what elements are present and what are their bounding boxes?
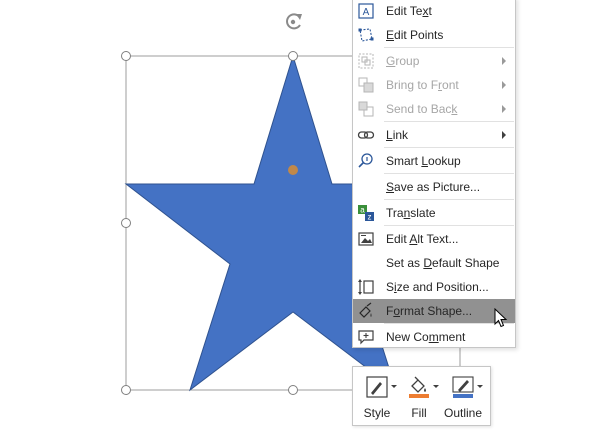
outline-button[interactable]: Outline bbox=[442, 371, 484, 423]
menu-item-size-and-position[interactable]: Size and Position... bbox=[353, 275, 515, 299]
menu-separator bbox=[384, 199, 514, 200]
paint-bucket-icon bbox=[409, 376, 429, 398]
menu-separator bbox=[384, 121, 514, 122]
adjustment-handle[interactable] bbox=[288, 165, 298, 175]
menu-item-bring-to-front[interactable]: Bring to Front bbox=[353, 73, 515, 97]
resize-handle-bottom[interactable] bbox=[288, 385, 298, 395]
menu-item-edit-points[interactable]: Edit Points bbox=[353, 23, 515, 47]
mini-toolbar: Style Fill Outline bbox=[352, 366, 491, 426]
menu-item-format-shape[interactable]: Format Shape... bbox=[353, 299, 515, 323]
smart-lookup-icon bbox=[358, 153, 373, 168]
menu-item-link[interactable]: Link bbox=[353, 123, 515, 147]
new-comment-icon bbox=[358, 330, 374, 345]
size-position-icon bbox=[358, 279, 374, 295]
submenu-arrow-icon bbox=[502, 105, 506, 113]
edit-points-icon bbox=[358, 28, 374, 42]
menu-item-send-to-back[interactable]: Send to Back bbox=[353, 97, 515, 121]
format-shape-icon bbox=[359, 302, 372, 318]
svg-text:z: z bbox=[368, 213, 372, 222]
rotation-handle-icon[interactable] bbox=[286, 13, 302, 30]
pen-outline-icon bbox=[452, 376, 474, 398]
svg-text:A: A bbox=[363, 7, 370, 18]
mouse-cursor-icon bbox=[494, 308, 508, 328]
chevron-down-icon bbox=[391, 385, 397, 388]
menu-separator bbox=[384, 47, 514, 48]
menu-item-set-as-default-shape[interactable]: Set as Default Shape bbox=[353, 251, 515, 275]
fill-button[interactable]: Fill bbox=[398, 371, 440, 423]
svg-text:a: a bbox=[360, 206, 365, 215]
edit-text-icon: A bbox=[358, 3, 374, 19]
menu-separator bbox=[384, 173, 514, 174]
style-button[interactable]: Style bbox=[356, 371, 398, 423]
menu-separator bbox=[384, 147, 514, 148]
submenu-arrow-icon bbox=[502, 131, 506, 139]
menu-item-edit-alt-text[interactable]: Edit Alt Text... bbox=[353, 227, 515, 251]
menu-separator bbox=[384, 225, 514, 226]
context-menu: A Edit Text Edit Points Group Bring to F… bbox=[352, 0, 516, 348]
menu-item-new-comment[interactable]: New Comment bbox=[353, 325, 515, 349]
resize-handle-bottom-left[interactable] bbox=[121, 385, 131, 395]
group-icon bbox=[358, 53, 374, 69]
chevron-down-icon bbox=[477, 385, 483, 388]
shape-style-icon bbox=[366, 376, 388, 398]
chevron-down-icon bbox=[433, 385, 439, 388]
menu-item-edit-text[interactable]: A Edit Text bbox=[353, 0, 515, 23]
link-icon bbox=[357, 131, 375, 139]
translate-icon: a z bbox=[358, 205, 374, 222]
resize-handle-top[interactable] bbox=[288, 51, 298, 61]
menu-item-save-as-picture[interactable]: Save as Picture... bbox=[353, 175, 515, 199]
submenu-arrow-icon bbox=[502, 57, 506, 65]
resize-handle-left[interactable] bbox=[121, 218, 131, 228]
bring-to-front-icon bbox=[358, 77, 374, 93]
menu-item-group[interactable]: Group bbox=[353, 49, 515, 73]
menu-item-translate[interactable]: a z Translate bbox=[353, 201, 515, 225]
submenu-arrow-icon bbox=[502, 81, 506, 89]
alt-text-icon bbox=[358, 232, 374, 246]
menu-item-smart-lookup[interactable]: Smart Lookup bbox=[353, 149, 515, 173]
resize-handle-top-left[interactable] bbox=[121, 51, 131, 61]
send-to-back-icon bbox=[358, 101, 374, 117]
